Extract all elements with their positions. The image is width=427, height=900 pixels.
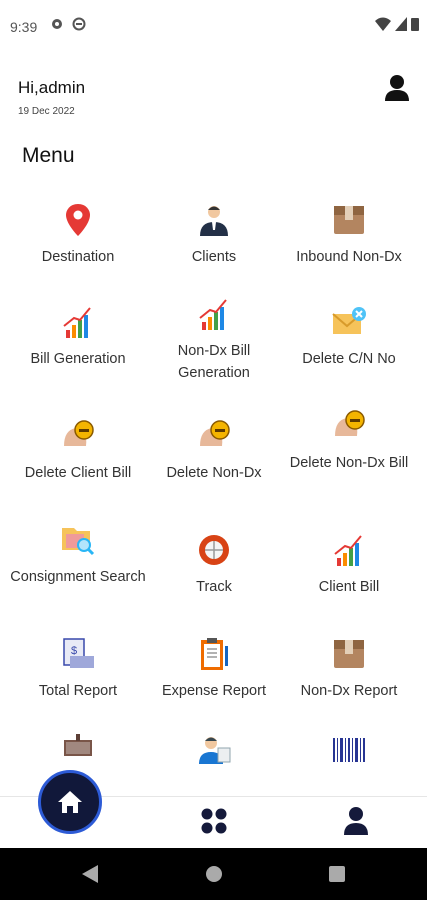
menu-title: Menu <box>22 144 75 167</box>
menu-item-label: Delete Non-Dx Bill <box>289 455 409 471</box>
menu-item-delete-non-dx[interactable]: Delete Non-Dx <box>146 416 282 484</box>
menu-item-delete-cn-no[interactable]: Delete C/N No <box>281 302 417 370</box>
wifi-icon <box>375 17 391 31</box>
menu-item-signboard[interactable] <box>10 730 146 770</box>
menu-item-label: Consignment Search <box>10 569 146 585</box>
grid-icon[interactable] <box>199 806 229 836</box>
home-icon <box>58 791 82 813</box>
menu-item-non-dx-bill-generation[interactable]: Non-Dx Bill Generation <box>146 294 282 384</box>
status-bar: 9:39 <box>0 0 427 56</box>
envelope-delete-icon <box>332 307 366 334</box>
svg-text:$: $ <box>71 645 77 657</box>
back-icon[interactable] <box>82 865 98 883</box>
greeting: Hi,admin <box>18 78 86 97</box>
menu-item-label: Client Bill <box>318 579 380 595</box>
globe-track-icon <box>199 535 229 565</box>
menu-item-label: Inbound Non-Dx <box>296 249 402 265</box>
growth-chart-icon <box>199 299 227 330</box>
menu-item-employee[interactable] <box>146 730 282 770</box>
battery-icon <box>411 18 419 31</box>
barcode-icon <box>333 738 365 762</box>
menu-item-label: Delete Non-Dx <box>166 465 262 481</box>
menu-item-clients[interactable]: Clients <box>146 200 282 268</box>
date-label: 19 Dec 2022 <box>18 106 75 117</box>
menu-item-barcode[interactable] <box>281 730 417 770</box>
growth-chart-icon <box>63 307 91 338</box>
signal-icon <box>395 17 407 31</box>
menu-item-non-dx-report[interactable]: Non-Dx Report <box>281 634 417 702</box>
box-icon <box>334 640 364 668</box>
clipboard-report-icon <box>201 638 228 670</box>
menu-item-label: Delete C/N No <box>302 351 396 367</box>
menu-item-consignment-search[interactable]: Consignment Search <box>10 520 146 588</box>
menu-item-label: Expense Report <box>162 683 266 699</box>
menu-item-label: Total Report <box>38 683 118 699</box>
delete-person-icon <box>335 410 365 436</box>
menu-item-label: Non-Dx Report <box>300 683 398 699</box>
box-icon <box>334 206 364 234</box>
menu-item-label: Bill Generation <box>30 351 126 367</box>
home-circle-icon[interactable] <box>205 865 223 883</box>
menu-item-track[interactable]: Track <box>146 530 282 598</box>
menu-item-bill-generation[interactable]: Bill Generation <box>10 302 146 370</box>
menu-item-client-bill[interactable]: Client Bill <box>281 530 417 598</box>
home-button[interactable] <box>38 770 102 834</box>
signboard-icon <box>64 734 92 756</box>
menu-item-label: Clients <box>191 249 237 265</box>
menu-item-inbound-non-dx[interactable]: Inbound Non-Dx <box>281 200 417 268</box>
settings-icon <box>52 19 62 29</box>
growth-chart-icon <box>334 535 362 566</box>
menu-item-label: Non-Dx Bill Generation <box>177 343 251 381</box>
status-time: 9:39 <box>10 19 38 35</box>
map-pin-icon <box>66 204 90 236</box>
delete-person-icon <box>200 420 230 446</box>
menu-item-expense-report[interactable]: Expense Report <box>146 634 282 702</box>
profile-avatar-icon[interactable] <box>384 74 410 102</box>
businessman-icon <box>200 206 228 236</box>
employee-icon <box>199 737 231 764</box>
profile-icon[interactable] <box>342 806 370 836</box>
menu-item-total-report[interactable]: $ Total Report <box>10 634 146 702</box>
menu-item-label: Destination <box>41 249 115 265</box>
invoice-report-icon: $ <box>63 638 94 668</box>
system-nav-bar <box>0 848 427 900</box>
delete-person-icon <box>64 420 94 446</box>
sync-icon <box>72 17 86 31</box>
menu-item-delete-non-dx-bill[interactable]: Delete Non-Dx Bill <box>281 406 417 474</box>
menu-item-destination[interactable]: Destination <box>10 200 146 268</box>
recents-icon[interactable] <box>329 866 345 882</box>
menu-item-label: Delete Client Bill <box>24 465 132 481</box>
menu-item-delete-client-bill[interactable]: Delete Client Bill <box>10 416 146 484</box>
folder-search-icon <box>62 528 95 556</box>
menu-item-label: Track <box>196 579 232 595</box>
